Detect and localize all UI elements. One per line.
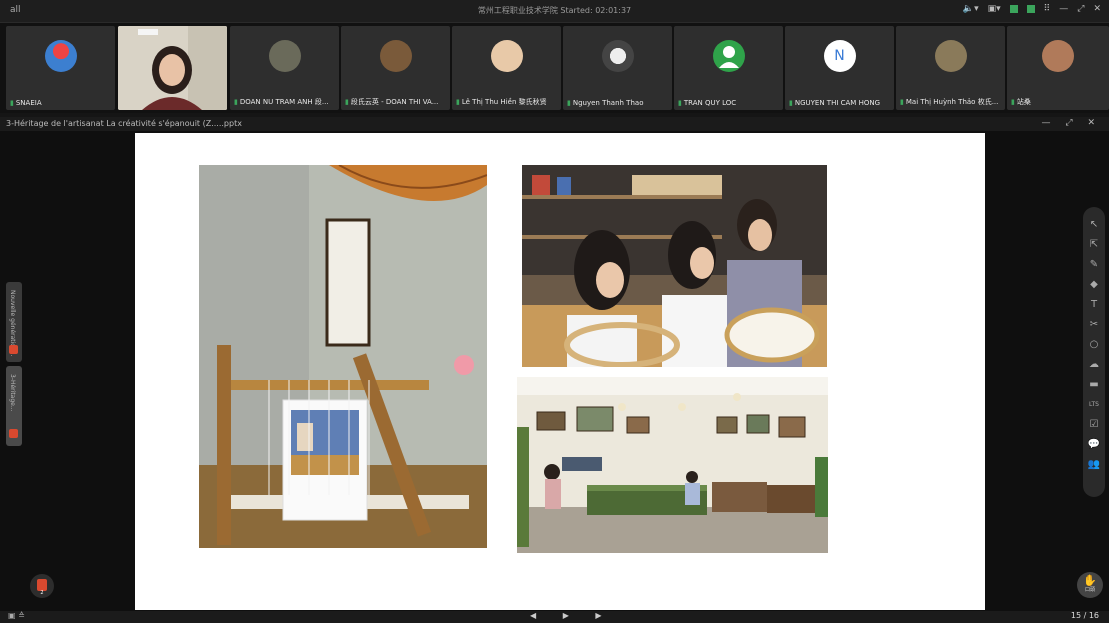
panel-toggle-icon[interactable]: ▣ ≙ [8, 611, 25, 620]
presentation-slide [135, 133, 985, 610]
cloud-icon[interactable]: ☁ [1083, 355, 1105, 375]
slide-tab[interactable]: Nouvelle génération... [6, 282, 22, 362]
slide-tab-active[interactable]: 3-Héritage... [6, 366, 22, 446]
avatar [490, 40, 523, 72]
participant-name: ▮ Nguyen Thanh Thao [567, 99, 644, 107]
camera-icon[interactable]: ▣▾ [988, 4, 1001, 14]
participant-tile[interactable]: ▮ DOAN NU TRAM ANH 段... [230, 26, 339, 110]
participant-tile[interactable]: ▮ Mai Thị Huỳnh Thảo 枚氏... [896, 26, 1005, 110]
embroidery-frame-photo [199, 165, 487, 548]
participant-tile[interactable]: ▮ 段氏云英 - DOAN THI VA... [341, 26, 450, 110]
avatar [934, 40, 967, 72]
page-indicator: 15 / 16 [1070, 611, 1099, 620]
slide-tab-label: 3-Héritage... [9, 374, 16, 412]
meeting-name: 常州工程职业技术学院 [477, 6, 558, 15]
checkbox-icon[interactable]: ☑ [1083, 415, 1105, 435]
pointer-icon[interactable]: ↖ [1083, 215, 1105, 235]
participant-video[interactable] [118, 26, 227, 110]
select-icon[interactable]: ⇱ [1083, 235, 1105, 255]
person-icon [712, 40, 745, 72]
hand-label: 口頭 [1084, 587, 1095, 593]
participant-name: ▮ Mai Thị Huỳnh Thảo 枚氏... [900, 98, 999, 106]
close-icon[interactable]: ✕ [1093, 4, 1101, 14]
scissors-icon[interactable]: ✂ [1083, 315, 1105, 335]
pen-icon[interactable]: ✎ [1083, 255, 1105, 275]
participant-tile[interactable]: ▮ Lê Thị Thu Hiền 黎氏秋贤 [452, 26, 561, 110]
hot-air-balloon-icon [44, 40, 77, 72]
meeting-title: 常州工程职业技术学院 Started: 02:01:37 [0, 5, 1109, 16]
avatar [379, 40, 412, 72]
annotation-toolbar: ↖ ⇱ ✎ ◆ T ✂ ○ ☁ ▬ LTS ☑ 💬 👥 [1083, 207, 1105, 497]
participant-tile[interactable]: N ▮ NGUYEN THI CAM HONG [785, 26, 894, 110]
initial-avatar: N [823, 40, 856, 72]
shape-icon[interactable]: ○ [1083, 335, 1105, 355]
participant-tile[interactable]: ▮ Nguyen Thanh Thao [563, 26, 672, 110]
ppt-list-button[interactable]: 2 [30, 574, 54, 598]
text-icon[interactable]: T [1083, 295, 1105, 315]
chat-icon[interactable]: 💬 [1083, 435, 1105, 455]
slide-tabs: Nouvelle génération... 3-Héritage... [6, 282, 22, 450]
students-embroidering-photo [522, 165, 827, 367]
highlighter-icon[interactable]: ◆ [1083, 275, 1105, 295]
share-title-bar: 3-Héritage de l'artisanat La créativité … [0, 117, 1109, 131]
participant-tile[interactable]: ▮ 站桑 [1007, 26, 1109, 110]
shared-file-name: 3-Héritage de l'artisanat La créativité … [6, 119, 242, 128]
participant-tile[interactable]: ▮ TRAN QUY LOC [674, 26, 783, 110]
participants-icon[interactable]: 👥 [1083, 455, 1105, 475]
participant-name: ▮ SNAEIA [10, 99, 42, 107]
meeting-started: Started: 02:01:37 [560, 6, 632, 15]
participant-tile[interactable]: ▮ SNAEIA [6, 26, 115, 110]
participant-name: ▮ Lê Thị Thu Hiền 黎氏秋贤 [456, 98, 547, 106]
participant-strip: ▮ SNAEIA ▮ DOAN NU TRAM ANH 段... ▮ 段氏云英 - D… [0, 23, 1109, 113]
grid-view-icon[interactable]: ⠿ [1044, 4, 1051, 14]
slide-navigation[interactable]: ◀ ▶ ▶ [530, 611, 614, 620]
speaker-icon[interactable]: 🔈▾ [963, 4, 979, 14]
avatar [601, 40, 634, 72]
participant-name: ▮ 段氏云英 - DOAN THI VA... [345, 98, 439, 106]
top-controls: 🔈▾ ▣▾ ⠿ — ⤢ ✕ [963, 4, 1101, 14]
minimize-icon[interactable]: — [1059, 4, 1068, 14]
webcam-video-image [118, 26, 227, 110]
ppt-file-icon [9, 345, 18, 354]
share-window-controls[interactable]: — ⤢ ✕ [1042, 118, 1101, 128]
participant-name: ▮ TRAN QUY LOC [678, 99, 737, 107]
meeting-top-bar: all 常州工程职业技术学院 Started: 02:01:37 🔈▾ ▣▾ ⠿… [0, 0, 1109, 23]
lts-label[interactable]: LTS [1083, 395, 1105, 415]
fullscreen-icon[interactable]: ⤢ [1077, 4, 1084, 14]
participant-name: ▮ NGUYEN THI CAM HONG [789, 99, 881, 107]
ppt-count: 2 [40, 590, 44, 596]
ppt-file-icon [9, 429, 18, 438]
avatar [268, 40, 301, 72]
layout-icon[interactable] [1026, 5, 1035, 13]
participant-name: ▮ DOAN NU TRAM ANH 段... [234, 98, 329, 106]
presentation-footer: ▣ ≙ ◀ ▶ ▶ 15 / 16 [0, 611, 1109, 623]
avatar [1042, 40, 1074, 72]
eraser-icon[interactable]: ▬ [1083, 375, 1105, 395]
raise-hand-button[interactable]: ✋ 口頭 [1077, 572, 1103, 598]
record-status-icon[interactable] [1009, 5, 1018, 13]
participant-name: ▮ 站桑 [1011, 98, 1031, 106]
embroidery-gallery-photo [517, 377, 828, 553]
